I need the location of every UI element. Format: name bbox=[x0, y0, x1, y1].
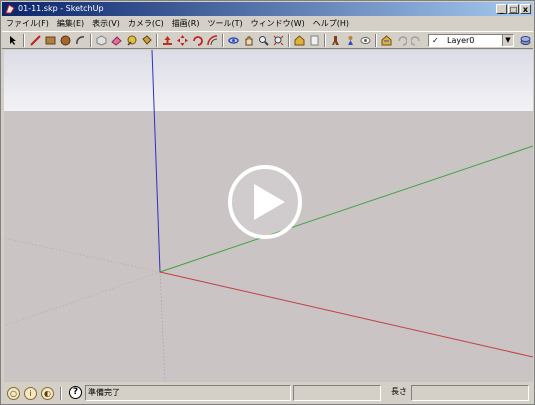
previous-view-icon[interactable] bbox=[380, 34, 393, 47]
offset-tool-icon[interactable] bbox=[206, 34, 219, 47]
geo-location-icon[interactable]: ○ bbox=[7, 387, 20, 400]
layer-manager-icon[interactable] bbox=[519, 34, 532, 47]
menu-tools[interactable]: ツール(T) bbox=[204, 17, 247, 30]
walk-tool-icon[interactable] bbox=[329, 34, 342, 47]
menu-file[interactable]: ファイル(F) bbox=[2, 17, 53, 30]
menu-camera[interactable]: カメラ(C) bbox=[124, 17, 168, 30]
pencil-line-tool-icon[interactable] bbox=[29, 34, 42, 47]
orbit-tool-icon[interactable] bbox=[227, 34, 240, 47]
menu-draw[interactable]: 描画(R) bbox=[168, 17, 204, 30]
help-icon[interactable]: ? bbox=[69, 386, 82, 399]
section-tool-icon[interactable] bbox=[308, 34, 321, 47]
push-pull-tool-icon[interactable] bbox=[161, 34, 174, 47]
zoom-tool-icon[interactable] bbox=[257, 34, 270, 47]
length-label: 長さ bbox=[391, 387, 407, 396]
instructor-icon[interactable]: ◐ bbox=[41, 387, 54, 400]
toolbar-separator bbox=[375, 34, 377, 47]
title-bar[interactable]: 01-11.skp - SketchUp _ □ x bbox=[2, 2, 533, 16]
undo-icon[interactable] bbox=[395, 34, 408, 47]
select-tool-icon[interactable] bbox=[7, 34, 20, 47]
redo-icon[interactable] bbox=[410, 34, 423, 47]
make-component-tool-icon[interactable] bbox=[95, 34, 108, 47]
drawing-area[interactable] bbox=[4, 50, 533, 382]
circle-tool-icon[interactable] bbox=[59, 34, 72, 47]
ground bbox=[4, 111, 533, 382]
status-message: 準備完了 bbox=[85, 385, 291, 401]
zoom-extents-tool-icon[interactable] bbox=[272, 34, 285, 47]
minimize-button[interactable]: _ bbox=[496, 4, 507, 14]
arc-tool-icon[interactable] bbox=[74, 34, 87, 47]
layer-dropdown[interactable]: ✓ Layer0 ▼ bbox=[428, 34, 514, 47]
status-bar: ○ i ◐ ? 準備完了 長さ bbox=[2, 384, 533, 403]
layer-check-icon: ✓ bbox=[432, 36, 439, 45]
look-around-tool-icon[interactable] bbox=[359, 34, 372, 47]
menu-window[interactable]: ウィンドウ(W) bbox=[247, 17, 309, 30]
position-camera-tool-icon[interactable] bbox=[344, 34, 357, 47]
window-controls: _ □ x bbox=[496, 4, 531, 14]
main-toolbar: ✓ Layer0 ▼ bbox=[2, 31, 533, 49]
toolbar-separator bbox=[156, 34, 158, 47]
credits-icon[interactable]: i bbox=[24, 387, 37, 400]
menu-help[interactable]: ヘルプ(H) bbox=[309, 17, 353, 30]
tape-measure-tool-icon[interactable] bbox=[125, 34, 138, 47]
eraser-tool-icon[interactable] bbox=[110, 34, 123, 47]
close-button[interactable]: x bbox=[520, 4, 531, 14]
menu-view[interactable]: 表示(V) bbox=[88, 17, 124, 30]
menu-edit[interactable]: 編集(E) bbox=[53, 17, 88, 30]
rectangle-tool-icon[interactable] bbox=[44, 34, 57, 47]
paint-bucket-tool-icon[interactable] bbox=[140, 34, 153, 47]
window-title: 01-11.skp - SketchUp bbox=[18, 4, 104, 13]
toolbar-separator bbox=[23, 34, 25, 47]
play-circle-icon[interactable] bbox=[228, 165, 302, 239]
status-separator bbox=[60, 387, 62, 400]
length-input[interactable] bbox=[411, 385, 529, 401]
move-tool-icon[interactable] bbox=[176, 34, 189, 47]
sky bbox=[4, 50, 533, 111]
view-tool-icon[interactable] bbox=[293, 34, 306, 47]
toolbar-separator bbox=[288, 34, 290, 47]
chevron-down-icon[interactable]: ▼ bbox=[502, 35, 513, 46]
layer-name: Layer0 bbox=[447, 36, 475, 45]
sketchup-app-icon bbox=[5, 4, 15, 14]
sketchup-window: 01-11.skp - SketchUp _ □ x ファイル(F) 編集(E)… bbox=[0, 0, 535, 405]
toolbar-separator bbox=[324, 34, 326, 47]
rotate-tool-icon[interactable] bbox=[191, 34, 204, 47]
toolbar-separator bbox=[222, 34, 224, 47]
toolbar-separator bbox=[90, 34, 92, 47]
menu-bar: ファイル(F) 編集(E) 表示(V) カメラ(C) 描画(R) ツール(T) … bbox=[2, 17, 533, 30]
maximize-button[interactable]: □ bbox=[508, 4, 519, 14]
status-spacer-pane bbox=[293, 385, 381, 401]
pan-tool-icon[interactable] bbox=[242, 34, 255, 47]
scene-canvas[interactable] bbox=[4, 50, 533, 382]
